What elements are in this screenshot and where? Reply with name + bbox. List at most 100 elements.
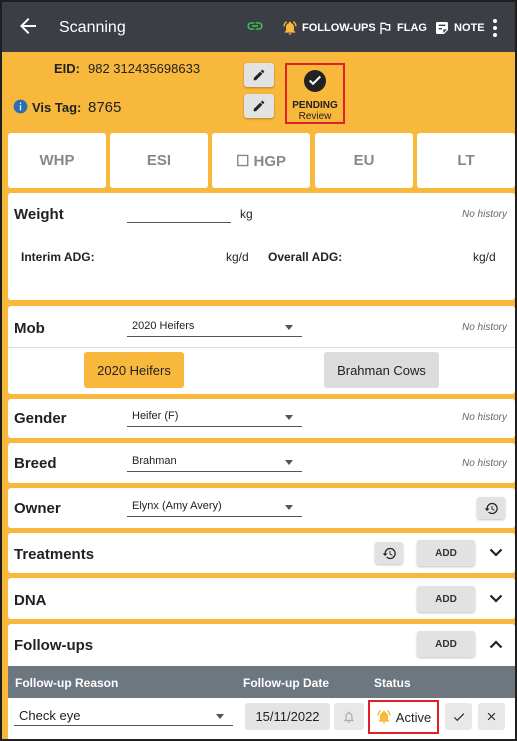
note-button[interactable]: NOTE [434, 18, 485, 38]
breed-selected-value: Brahman [132, 455, 177, 467]
mob-label: Mob [14, 320, 45, 337]
chevron-up-icon[interactable] [489, 639, 503, 649]
overall-adg-unit: kg/d [473, 250, 496, 264]
flag-button[interactable]: FLAG [377, 18, 427, 38]
column-header-reason: Follow-up Reason [15, 676, 119, 690]
followup-date-field[interactable]: 15/11/2022 [245, 703, 330, 730]
dropdown-arrow-icon [285, 415, 293, 420]
follow-ups-button[interactable]: FOLLOW-UPS [282, 18, 376, 38]
followups-card: Follow-ups ADD [8, 624, 515, 666]
owner-select[interactable]: Elynx (Amy Avery) [127, 497, 302, 517]
breed-card: Breed Brahman No history [8, 443, 515, 483]
more-vert-icon[interactable] [491, 17, 499, 39]
divider [8, 347, 515, 348]
breed-select[interactable]: Brahman [127, 452, 302, 472]
app-frame: Scanning FOLLOW-UPS FLAG NOTE EID: 982 3… [0, 0, 517, 741]
review-label: Review [298, 111, 332, 122]
interim-adg-unit: kg/d [226, 250, 249, 264]
owner-history-button[interactable] [477, 497, 505, 519]
weight-input[interactable] [127, 205, 231, 223]
vis-tag-label: Vis Tag: [32, 100, 82, 115]
followup-status-badge[interactable]: Active [368, 700, 439, 734]
dropdown-arrow-icon [285, 460, 293, 465]
tile-lt[interactable]: LT [417, 133, 515, 188]
mob-no-history: No history [462, 322, 508, 333]
eid-value: 982 312435698633 [88, 61, 201, 76]
treatments-history-button[interactable] [375, 542, 403, 564]
breed-label: Breed [14, 455, 57, 472]
gender-select[interactable]: Heifer (F) [127, 407, 302, 427]
check-icon [453, 712, 464, 721]
dna-card: DNA ADD [8, 578, 515, 619]
mob-select[interactable]: 2020 Heifers [127, 317, 302, 337]
mob-selected-value: 2020 Heifers [132, 320, 195, 332]
mob-chip-brahman-cows[interactable]: Brahman Cows [324, 352, 439, 388]
dropdown-arrow-icon [285, 505, 293, 510]
vis-tag-value: 8765 [88, 99, 122, 116]
mob-card: Mob 2020 Heifers No history 2020 Heifers… [8, 306, 515, 394]
mob-chip-2020-heifers[interactable]: 2020 Heifers [84, 352, 184, 388]
gender-selected-value: Heifer (F) [132, 410, 179, 422]
dropdown-arrow-icon [216, 714, 224, 719]
check-circle-icon [304, 70, 326, 92]
dna-label: DNA [14, 592, 47, 609]
note-label: NOTE [454, 22, 485, 34]
edit-vis-tag-button[interactable] [244, 94, 274, 118]
dna-add-button[interactable]: ADD [417, 586, 475, 612]
chevron-down-icon[interactable] [489, 594, 503, 604]
flag-icon [380, 22, 391, 34]
pending-label: PENDING [292, 100, 338, 111]
column-header-status: Status [374, 676, 411, 690]
bell-icon [344, 710, 354, 723]
table-row: Check eye 15/11/2022 Active [8, 698, 515, 739]
tile-hgp[interactable]: ☐ HGP [212, 133, 310, 188]
breed-no-history: No history [462, 458, 508, 469]
owner-card: Owner Elynx (Amy Avery) [8, 488, 515, 528]
history-icon [382, 547, 396, 559]
weight-label: Weight [14, 206, 64, 223]
overall-adg-label: Overall ADG: [268, 250, 343, 264]
followup-alert-button[interactable] [334, 703, 364, 730]
followup-reason-value: Check eye [19, 708, 81, 723]
treatments-label: Treatments [14, 546, 95, 563]
weight-unit: kg [240, 207, 253, 221]
chevron-down-icon[interactable] [489, 548, 503, 558]
owner-label: Owner [14, 500, 61, 517]
pending-review-button[interactable]: PENDING Review [285, 63, 345, 124]
flag-label: FLAG [397, 22, 427, 34]
edit-eid-button[interactable] [244, 63, 274, 87]
confirm-button[interactable] [445, 703, 472, 730]
eid-label: EID: [54, 61, 80, 76]
owner-selected-value: Elynx (Amy Avery) [132, 500, 222, 512]
history-icon [484, 502, 498, 514]
treatments-add-button[interactable]: ADD [417, 540, 475, 566]
weight-card: Weight kg No history Interim ADG: kg/d O… [8, 193, 515, 300]
info-icon[interactable] [13, 99, 28, 114]
bell-ring-icon [283, 21, 297, 35]
tile-whp[interactable]: WHP [8, 133, 106, 188]
page-title: Scanning [59, 19, 126, 36]
interim-adg-label: Interim ADG: [21, 250, 95, 264]
pencil-icon [253, 100, 265, 112]
followup-reason-select[interactable]: Check eye [14, 706, 233, 726]
treatments-card: Treatments ADD [8, 533, 515, 573]
delete-button[interactable] [478, 703, 505, 730]
note-icon [436, 22, 448, 34]
link-icon[interactable] [246, 19, 264, 33]
back-arrow-icon[interactable] [16, 14, 40, 38]
follow-ups-label: FOLLOW-UPS [302, 22, 376, 34]
gender-no-history: No history [462, 412, 508, 423]
tile-esi[interactable]: ESI [110, 133, 208, 188]
gender-card: Gender Heifer (F) No history [8, 399, 515, 438]
bell-ring-icon [377, 710, 391, 724]
dropdown-arrow-icon [285, 325, 293, 330]
weight-no-history: No history [462, 209, 508, 220]
tile-eu[interactable]: EU [315, 133, 413, 188]
followups-table-header: Follow-up Reason Follow-up Date Status [8, 666, 515, 698]
followups-add-button[interactable]: ADD [417, 631, 475, 657]
close-icon [487, 712, 496, 721]
column-header-date: Follow-up Date [243, 676, 329, 690]
followups-label: Follow-ups [14, 637, 94, 654]
followup-status-label: Active [395, 709, 432, 725]
gender-label: Gender [14, 410, 67, 427]
